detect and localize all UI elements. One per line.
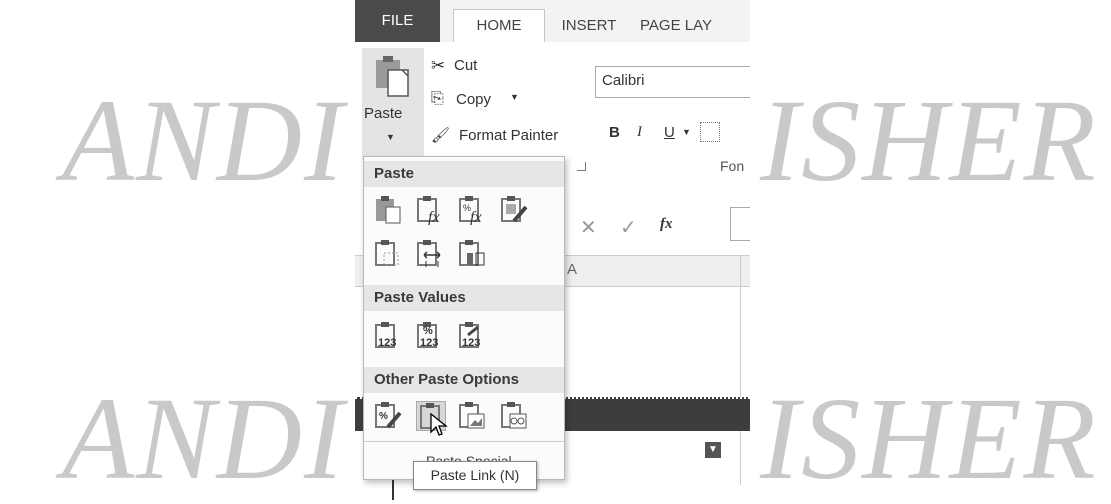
insert-function-button[interactable]: fx	[660, 216, 673, 233]
keep-column-widths-icon[interactable]	[416, 239, 446, 269]
tab-page-layout[interactable]: PAGE LAY	[640, 10, 750, 42]
enter-icon[interactable]: ✓	[620, 215, 637, 240]
keep-source-formatting-icon[interactable]	[500, 195, 530, 225]
font-group-label: Fon	[720, 158, 745, 174]
font-name-value: Calibri	[602, 72, 645, 89]
mouse-pointer-icon	[430, 412, 448, 436]
paste-icon[interactable]	[374, 195, 404, 225]
formulas-icon[interactable]: fx	[416, 195, 446, 225]
paste-button[interactable]: Paste ▼	[362, 48, 424, 160]
formatting-icon[interactable]: %	[374, 401, 404, 431]
tab-file[interactable]: FILE	[355, 0, 440, 42]
watermark-right-top: ISHER	[760, 75, 1098, 206]
formulas-number-formatting-icon[interactable]: %fx	[458, 195, 488, 225]
watermark-left-bottom: ANDI	[62, 373, 346, 504]
value-badge: 123	[420, 337, 439, 349]
svg-text:%: %	[379, 411, 388, 422]
scissors-icon: ✂	[431, 56, 446, 75]
copy-icon: ⎘	[431, 90, 444, 107]
value-badge: 123	[462, 337, 481, 349]
paste-options-menu: Paste fx % fx Paste Values 123 % 123 123 …	[363, 156, 565, 480]
formula-input[interactable]	[730, 207, 750, 241]
values-number-formatting-icon[interactable]: % 123	[416, 321, 446, 351]
linked-picture-icon[interactable]	[500, 401, 530, 431]
other-paste-options-header: Other Paste Options	[364, 367, 564, 393]
chevron-down-icon[interactable]: ▼	[682, 127, 691, 137]
ribbon-tab-bar: FILE HOME INSERT PAGE LAY	[355, 0, 750, 43]
column-header-a[interactable]: A	[567, 261, 577, 278]
menu-divider	[364, 441, 564, 442]
paste-values-section-header: Paste Values	[364, 285, 564, 311]
svg-text:fx: fx	[470, 209, 482, 225]
dialog-launcher-icon[interactable]	[577, 162, 586, 171]
font-name-box[interactable]: Calibri	[595, 66, 750, 98]
values-icon[interactable]: 123	[374, 321, 404, 351]
tab-insert[interactable]: INSERT	[553, 10, 625, 42]
bold-button[interactable]: B	[609, 124, 620, 141]
italic-button[interactable]: I	[637, 124, 642, 141]
clipboard-icon	[376, 56, 409, 97]
picture-icon[interactable]	[458, 401, 488, 431]
value-badge: 123	[378, 337, 397, 349]
watermark-left-top: ANDI	[62, 75, 346, 206]
copy-button[interactable]: Copy	[456, 91, 491, 108]
chevron-down-icon: ▼	[386, 132, 395, 142]
underline-button[interactable]: U	[664, 124, 675, 141]
percent-glyph: %	[423, 325, 433, 337]
cut-button[interactable]: Cut	[454, 57, 477, 74]
svg-text:fx: fx	[428, 209, 440, 225]
border-icon[interactable]	[700, 122, 720, 142]
paste-label: Paste	[364, 105, 403, 122]
no-borders-icon[interactable]	[374, 239, 404, 269]
values-source-formatting-icon[interactable]: 123	[458, 321, 488, 351]
paste-link-tooltip: Paste Link (N)	[413, 461, 537, 490]
format-painter-button[interactable]: Format Painter	[459, 127, 558, 144]
transpose-icon[interactable]	[458, 239, 488, 269]
column-divider	[740, 255, 741, 485]
paste-section-header: Paste	[364, 161, 564, 187]
format-painter-icon: 🖌	[431, 127, 451, 144]
cancel-icon[interactable]: ✕	[580, 215, 597, 240]
filter-button[interactable]: ▼	[705, 442, 721, 458]
tab-home[interactable]: HOME	[453, 9, 545, 43]
chevron-down-icon[interactable]: ▼	[510, 92, 519, 102]
watermark-right-bottom: ISHER	[760, 373, 1098, 504]
